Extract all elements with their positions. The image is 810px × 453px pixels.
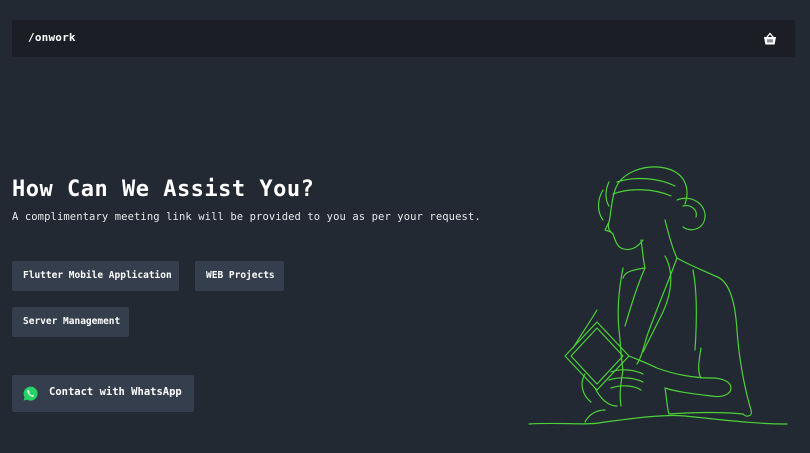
contact-whatsapp-label: Contact with WhatsApp <box>49 386 182 398</box>
whatsapp-icon <box>22 385 39 402</box>
service-server-button[interactable]: Server Management <box>12 307 129 337</box>
brand-logo[interactable]: /onwork <box>28 31 76 44</box>
page-subtitle: A complimentary meeting link will be pro… <box>12 211 481 223</box>
contact-whatsapp-button[interactable]: Contact with WhatsApp <box>12 375 194 412</box>
businesswoman-line-illustration <box>525 160 795 435</box>
service-web-button[interactable]: WEB Projects <box>195 261 284 291</box>
basket-icon[interactable] <box>763 31 777 45</box>
page-title: How Can We Assist You? <box>12 177 315 202</box>
top-navbar: /onwork <box>12 20 795 57</box>
service-flutter-button[interactable]: Flutter Mobile Application <box>12 261 179 291</box>
